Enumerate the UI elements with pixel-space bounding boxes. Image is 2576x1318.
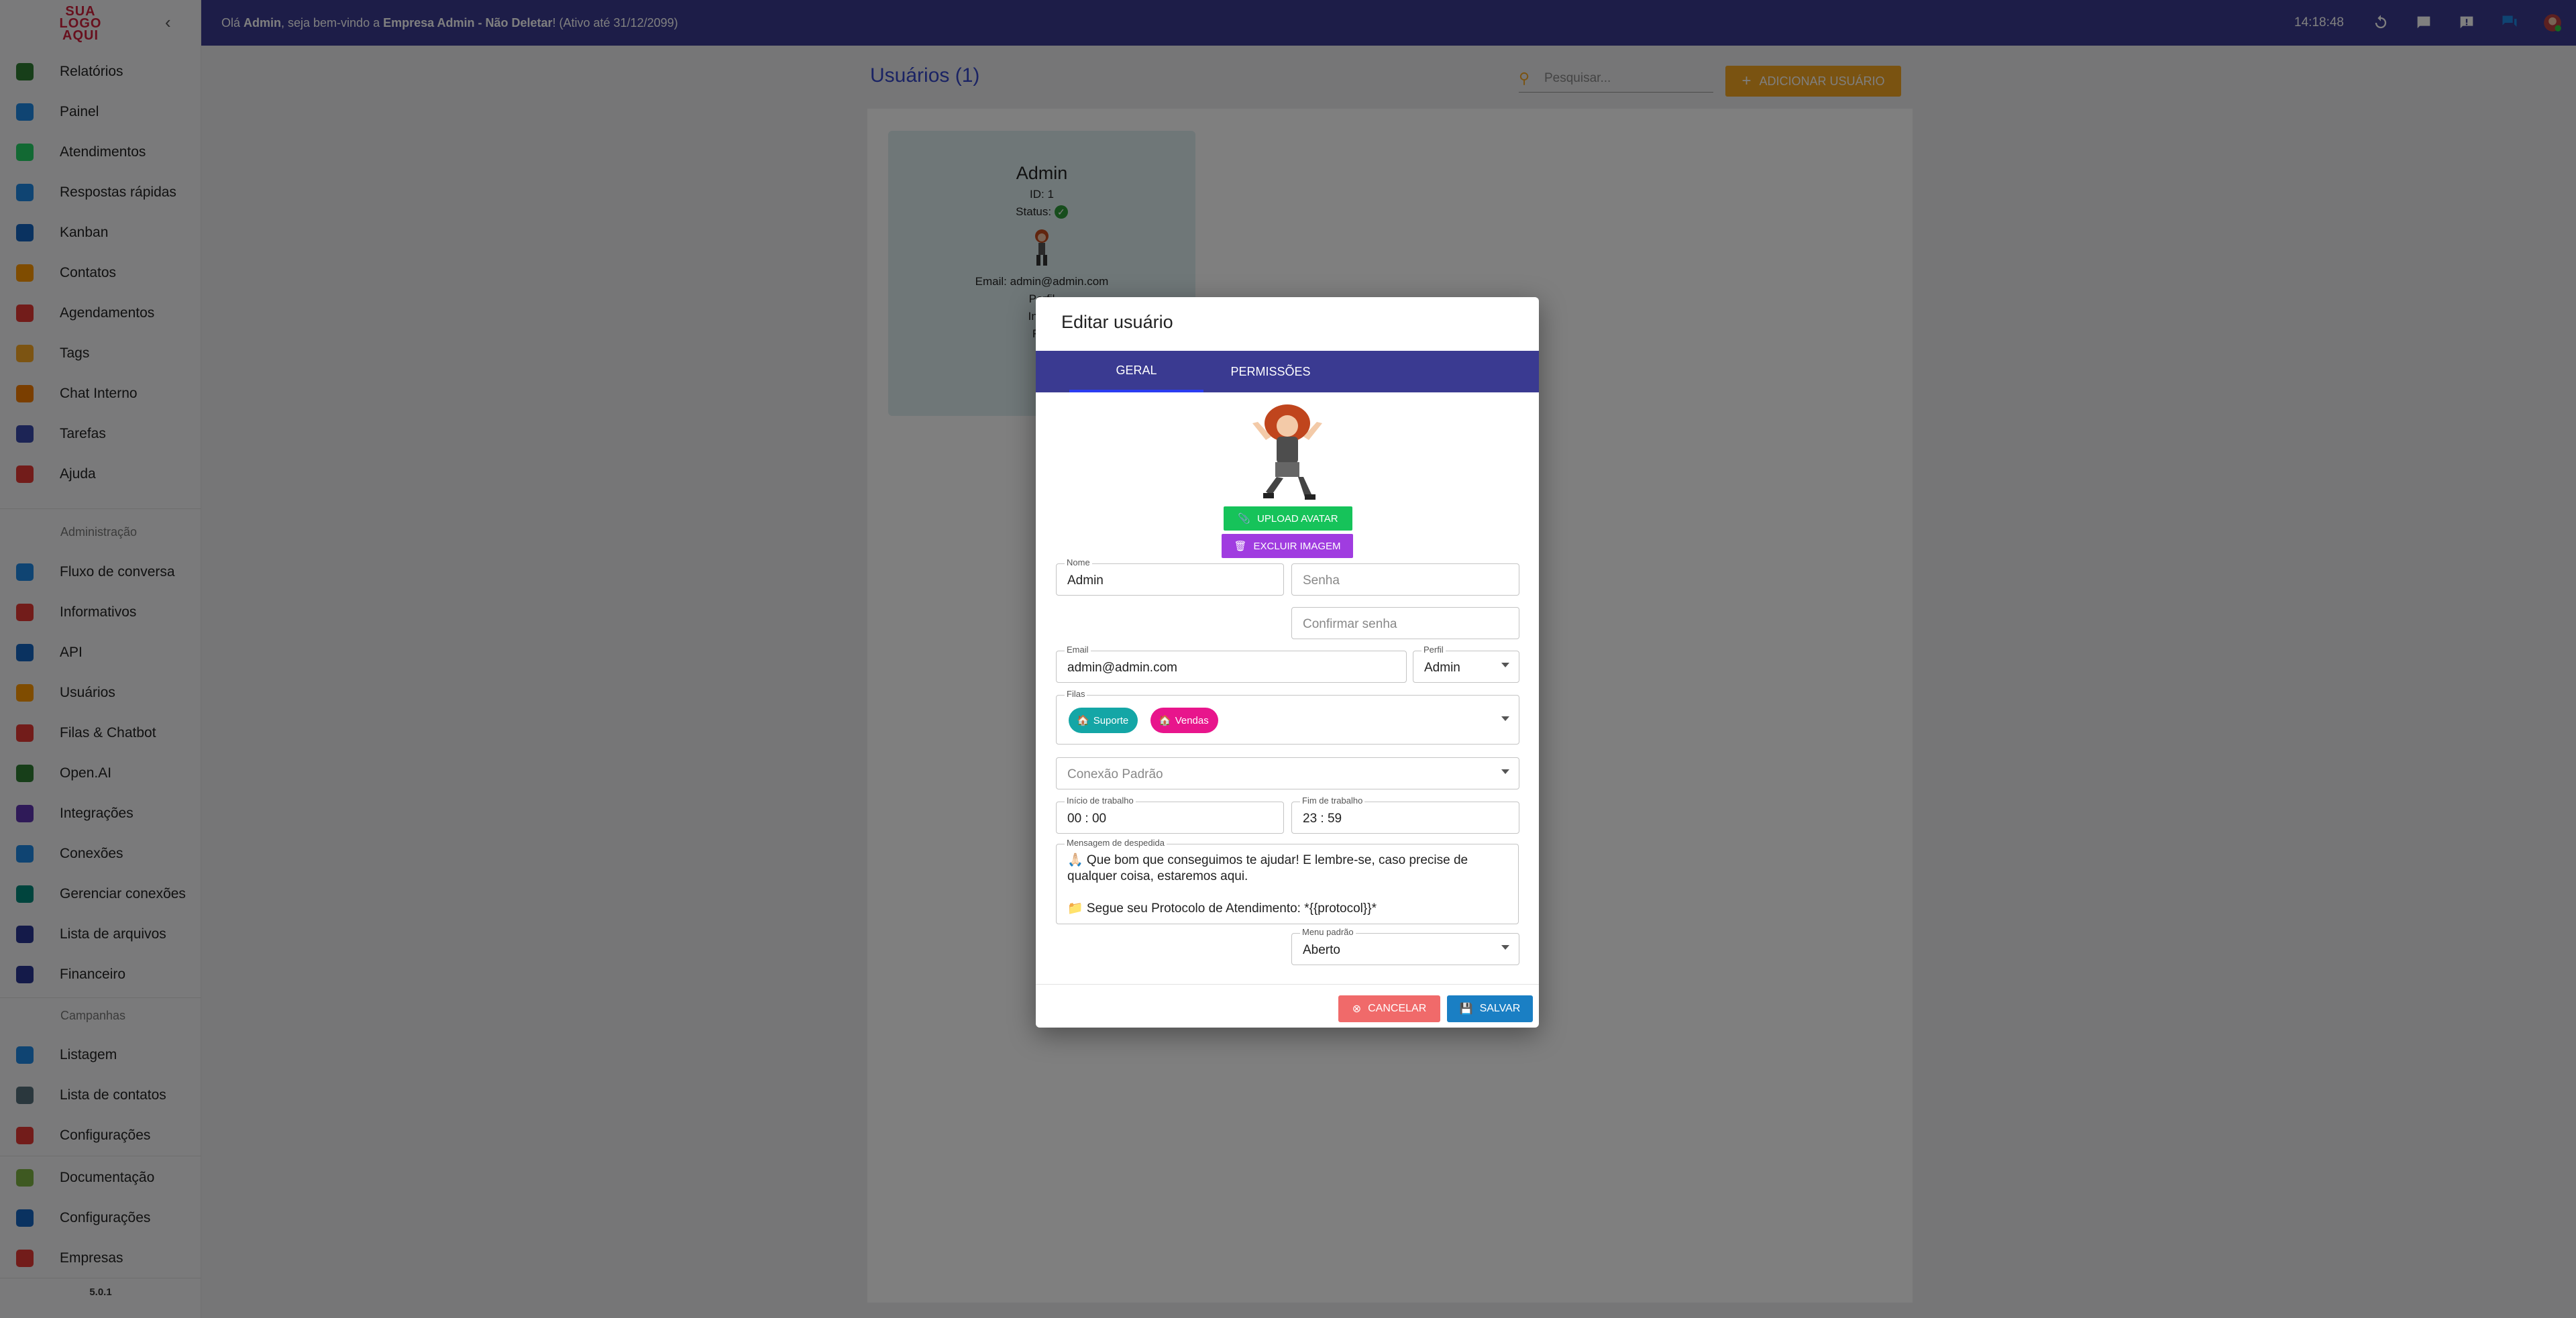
queue-chip-vendas[interactable]: 🏠 Vendas — [1150, 708, 1218, 733]
edit-user-dialog: Editar usuário GERAL PERMISSÕES 📎 UPLOAD … — [1036, 297, 1539, 1028]
dialog-tabs: GERAL PERMISSÕES — [1036, 351, 1539, 392]
farewell-message-field[interactable]: Mensagem de despedida 🙏🏻 Que bom que con… — [1056, 838, 1519, 924]
work-end-field[interactable]: Fim de trabalho 23 : 59 — [1291, 795, 1519, 834]
default-connection-select[interactable]: Conexão Padrão — [1056, 757, 1519, 789]
queue-chip-suporte[interactable]: 🏠 Suporte — [1069, 708, 1138, 733]
work-start-field[interactable]: Início de trabalho 00 : 00 — [1056, 795, 1284, 834]
chevron-down-icon — [1501, 716, 1509, 721]
name-field[interactable]: Nome Admin — [1056, 557, 1284, 596]
trash-icon: 🗑 — [1234, 541, 1247, 552]
cancel-button[interactable]: ⊗ CANCELAR — [1338, 995, 1440, 1022]
password-field[interactable]: Senha — [1291, 563, 1519, 596]
confirm-password-field[interactable]: Confirmar senha — [1291, 607, 1519, 639]
dialog-title: Editar usuário — [1061, 312, 1173, 332]
save-icon: 💾 — [1459, 1003, 1473, 1015]
default-menu-select[interactable]: Menu padrão Aberto — [1291, 927, 1519, 965]
upload-avatar-button[interactable]: 📎 UPLOAD AVATAR — [1224, 506, 1352, 531]
tab-permissions[interactable]: PERMISSÕES — [1203, 351, 1338, 392]
chevron-down-icon — [1501, 769, 1509, 774]
chevron-down-icon — [1501, 663, 1509, 667]
farewell-line-1: 🙏🏻 Que bom que conseguimos te ajudar! E … — [1067, 853, 1468, 883]
farewell-line-2: 📁 Segue seu Protocolo de Atendimento: *{… — [1067, 901, 1377, 916]
paperclip-icon: 📎 — [1238, 513, 1251, 525]
close-circle-icon: ⊗ — [1352, 1003, 1362, 1015]
profile-select[interactable]: Perfil Admin — [1413, 645, 1519, 683]
email-field[interactable]: Email admin@admin.com — [1056, 645, 1407, 683]
tab-general[interactable]: GERAL — [1069, 351, 1203, 392]
queues-select[interactable]: Filas 🏠 Suporte 🏠 Vendas — [1056, 689, 1519, 745]
delete-image-button[interactable]: 🗑 EXCLUIR IMAGEM — [1222, 534, 1353, 558]
avatar-image — [1239, 403, 1333, 504]
save-button[interactable]: 💾 SALVAR — [1447, 995, 1533, 1022]
chevron-down-icon — [1501, 945, 1509, 950]
dialog-footer: ⊗ CANCELAR 💾 SALVAR — [1036, 984, 1539, 1028]
